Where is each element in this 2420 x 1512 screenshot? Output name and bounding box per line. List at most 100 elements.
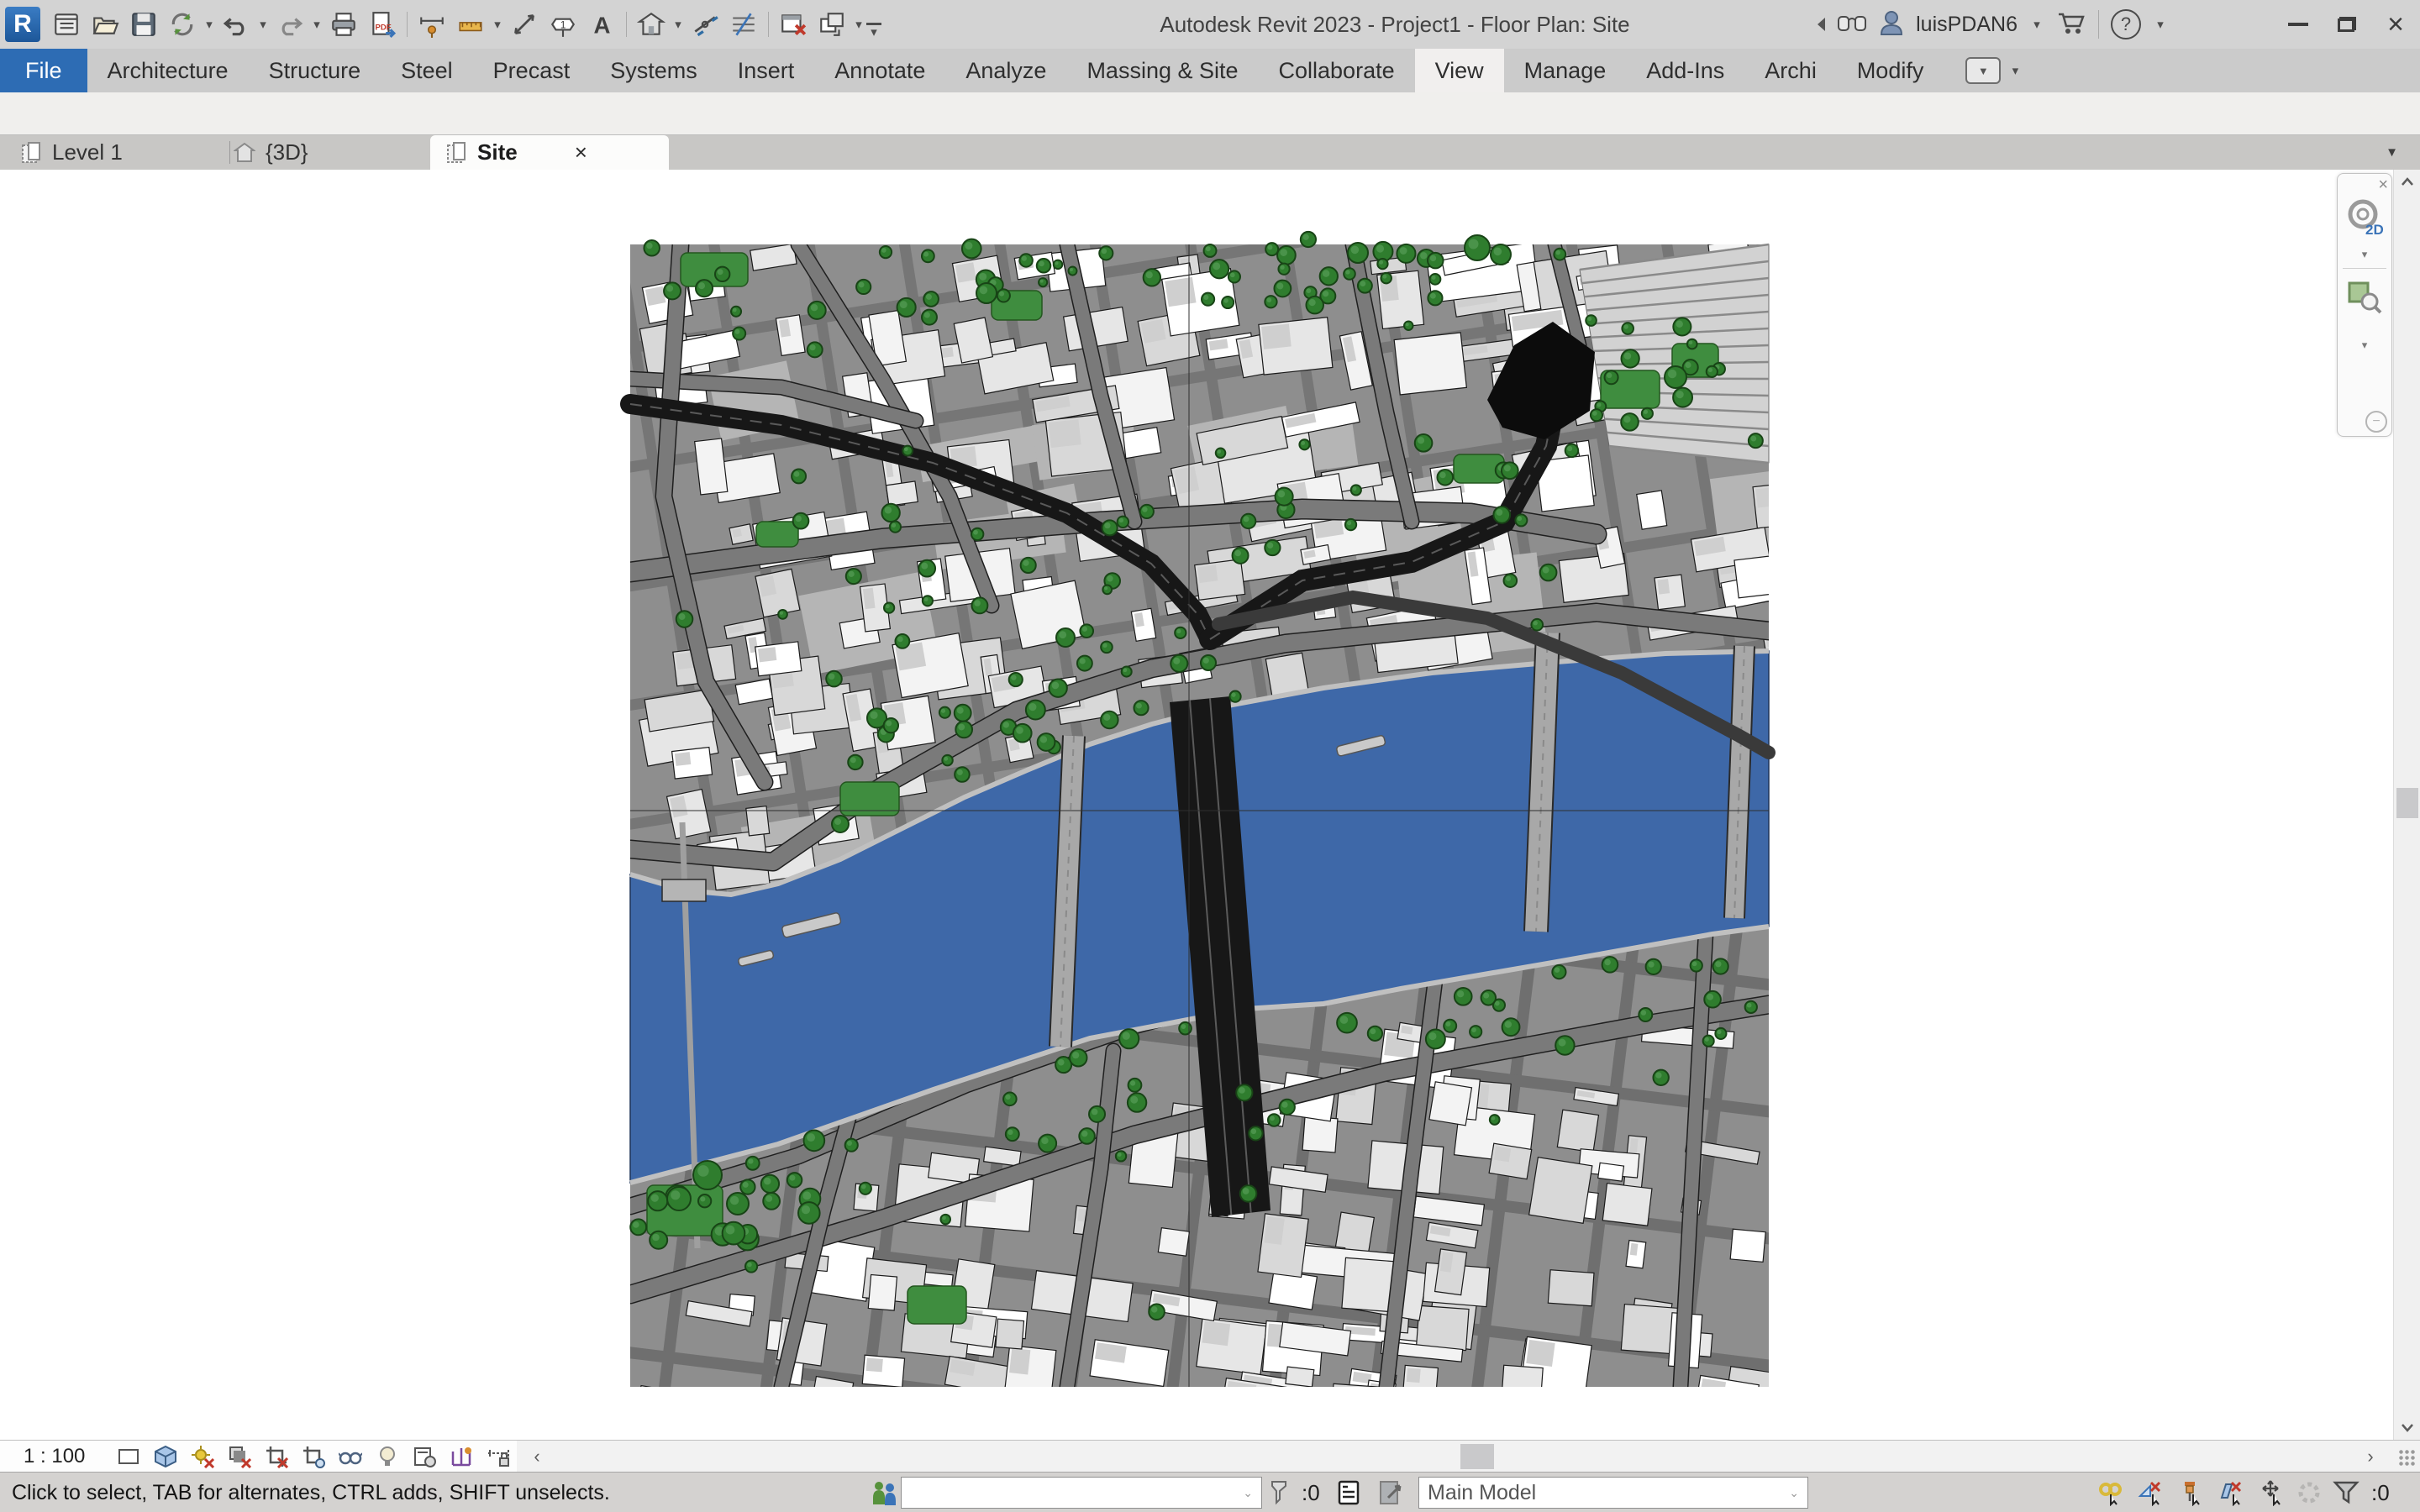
- tab-file[interactable]: File: [0, 49, 87, 92]
- vertical-scrollbar[interactable]: [2393, 170, 2420, 1440]
- collapse-search-arrow[interactable]: [1818, 18, 1825, 31]
- dimension-dropdown-caret[interactable]: ▾: [490, 5, 505, 44]
- redo-dropdown-caret[interactable]: ▾: [309, 5, 324, 44]
- properties-button[interactable]: [47, 5, 86, 44]
- sync-dropdown-caret[interactable]: ▾: [202, 5, 217, 44]
- scroll-right-arrow[interactable]: ›: [2358, 1441, 2383, 1473]
- horizontal-scroll-thumb[interactable]: [1460, 1444, 1494, 1469]
- navbar-close-icon[interactable]: ×: [2378, 176, 2388, 195]
- view-tab-3d[interactable]: {3D}: [218, 135, 442, 170]
- design-options-icon[interactable]: [1336, 1473, 1363, 1512]
- help-icon[interactable]: ?: [2111, 9, 2141, 39]
- tab-annotate[interactable]: Annotate: [814, 49, 945, 92]
- tab-structure[interactable]: Structure: [249, 49, 381, 92]
- close-view-tab-icon[interactable]: ×: [575, 139, 587, 165]
- close-inactive-views-button[interactable]: [774, 5, 813, 44]
- resize-grip[interactable]: [2398, 1449, 2415, 1466]
- tab-insert[interactable]: Insert: [718, 49, 815, 92]
- tab-steel[interactable]: Steel: [381, 49, 473, 92]
- scroll-down-arrow[interactable]: [2394, 1416, 2420, 1440]
- editing-requests-icon[interactable]: [1265, 1473, 1292, 1512]
- print-button[interactable]: [324, 5, 363, 44]
- reveal-constraints-icon[interactable]: [480, 1441, 517, 1472]
- site-plan-map[interactable]: [630, 244, 1769, 1387]
- text-button[interactable]: A: [582, 5, 621, 44]
- minimize-button[interactable]: [2274, 0, 2323, 49]
- vertical-scroll-thumb[interactable]: [2396, 788, 2418, 818]
- view-tab-level-1[interactable]: Level 1: [5, 135, 230, 170]
- view-tab-list-chevron[interactable]: ▼: [2386, 145, 2398, 160]
- select-underlay-toggle-icon[interactable]: [2138, 1473, 2165, 1512]
- view-scale-button[interactable]: 1 : 100: [24, 1445, 85, 1468]
- section-button[interactable]: [686, 5, 724, 44]
- crop-view-icon[interactable]: [258, 1441, 295, 1472]
- scroll-up-arrow[interactable]: [2394, 170, 2420, 193]
- worksets-icon[interactable]: [871, 1473, 897, 1512]
- help-dropdown-caret[interactable]: ▾: [2153, 5, 2168, 44]
- search-icon[interactable]: [1837, 10, 1867, 39]
- steering-wheel-icon[interactable]: 2D: [2338, 196, 2391, 239]
- select-pinned-toggle-icon[interactable]: [2178, 1473, 2205, 1512]
- tab-modify[interactable]: Modify: [1837, 49, 1944, 92]
- tab-view[interactable]: View: [1415, 49, 1504, 92]
- ribbon-state-caret[interactable]: ▾: [2007, 51, 2023, 90]
- thin-lines-button[interactable]: [724, 5, 763, 44]
- reveal-hidden-elements-icon[interactable]: [369, 1441, 406, 1472]
- active-workset-select[interactable]: ⌄: [901, 1477, 1262, 1509]
- navbar-minimize-icon[interactable]: −: [2365, 411, 2387, 433]
- tab-architecture[interactable]: Architecture: [87, 49, 249, 92]
- view-tab-site[interactable]: Site ×: [430, 135, 669, 170]
- select-links-toggle-icon[interactable]: [2097, 1473, 2124, 1512]
- tab-systems[interactable]: Systems: [590, 49, 718, 92]
- scroll-left-arrow[interactable]: ‹: [524, 1441, 550, 1473]
- design-option-select[interactable]: Main Model ⌄: [1418, 1477, 1808, 1509]
- wheel-dropdown-caret[interactable]: ▾: [2338, 248, 2391, 261]
- app-store-cart-icon[interactable]: [2056, 9, 2086, 40]
- measure-between-refs-button[interactable]: [505, 5, 544, 44]
- tab-manage[interactable]: Manage: [1504, 49, 1627, 92]
- show-crop-region-icon[interactable]: [295, 1441, 332, 1472]
- restore-button[interactable]: [2323, 0, 2371, 49]
- user-dropdown-caret[interactable]: ▾: [2029, 5, 2044, 44]
- drag-on-selection-toggle-icon[interactable]: [2259, 1473, 2286, 1512]
- signed-in-username[interactable]: luisPDAN6: [1916, 13, 2018, 37]
- app-menu-button[interactable]: R: [5, 7, 40, 42]
- tab-collaborate[interactable]: Collaborate: [1259, 49, 1415, 92]
- tab-add-ins[interactable]: Add-Ins: [1626, 49, 1744, 92]
- ribbon-state-toggle[interactable]: ▼: [1965, 57, 2001, 84]
- customize-qat-caret[interactable]: ▾: [866, 23, 881, 39]
- user-avatar-icon[interactable]: [1879, 9, 1904, 40]
- detail-level-icon[interactable]: [110, 1441, 147, 1472]
- 3d-view-dropdown-caret[interactable]: ▾: [671, 5, 686, 44]
- switch-windows-button[interactable]: [813, 5, 851, 44]
- select-by-face-toggle-icon[interactable]: [2218, 1473, 2245, 1512]
- save-button[interactable]: [124, 5, 163, 44]
- undo-button[interactable]: [217, 5, 255, 44]
- tab-analyze[interactable]: Analyze: [945, 49, 1066, 92]
- sync-with-central-button[interactable]: [163, 5, 202, 44]
- close-button[interactable]: ×: [2371, 0, 2420, 49]
- temporary-view-properties-icon[interactable]: [406, 1441, 443, 1472]
- redo-button[interactable]: [271, 5, 309, 44]
- background-processes-icon[interactable]: [2296, 1473, 2323, 1512]
- temporary-hide-isolate-icon[interactable]: [332, 1441, 369, 1472]
- undo-dropdown-caret[interactable]: ▾: [255, 5, 271, 44]
- visual-style-icon[interactable]: [147, 1441, 184, 1472]
- open-button[interactable]: [86, 5, 124, 44]
- tag-by-category-button[interactable]: 1: [544, 5, 582, 44]
- tab-massing-site[interactable]: Massing & Site: [1066, 49, 1258, 92]
- filter-icon[interactable]: [2333, 1473, 2360, 1512]
- export-pdf-button[interactable]: PDF: [363, 5, 402, 44]
- zoom-region-icon[interactable]: [2338, 276, 2391, 317]
- switch-windows-dropdown-caret[interactable]: ▾: [851, 5, 866, 44]
- shadows-icon[interactable]: [221, 1441, 258, 1472]
- aligned-dimension-button[interactable]: [451, 5, 490, 44]
- drawing-area[interactable]: [0, 170, 2393, 1440]
- exclude-options-icon[interactable]: [1378, 1473, 1405, 1512]
- tab-archi[interactable]: Archi: [1744, 49, 1837, 92]
- measure-button[interactable]: [413, 5, 451, 44]
- default-3d-view-button[interactable]: [632, 5, 671, 44]
- sun-path-icon[interactable]: [184, 1441, 221, 1472]
- zoom-dropdown-caret[interactable]: ▾: [2338, 339, 2391, 352]
- tab-precast[interactable]: Precast: [473, 49, 591, 92]
